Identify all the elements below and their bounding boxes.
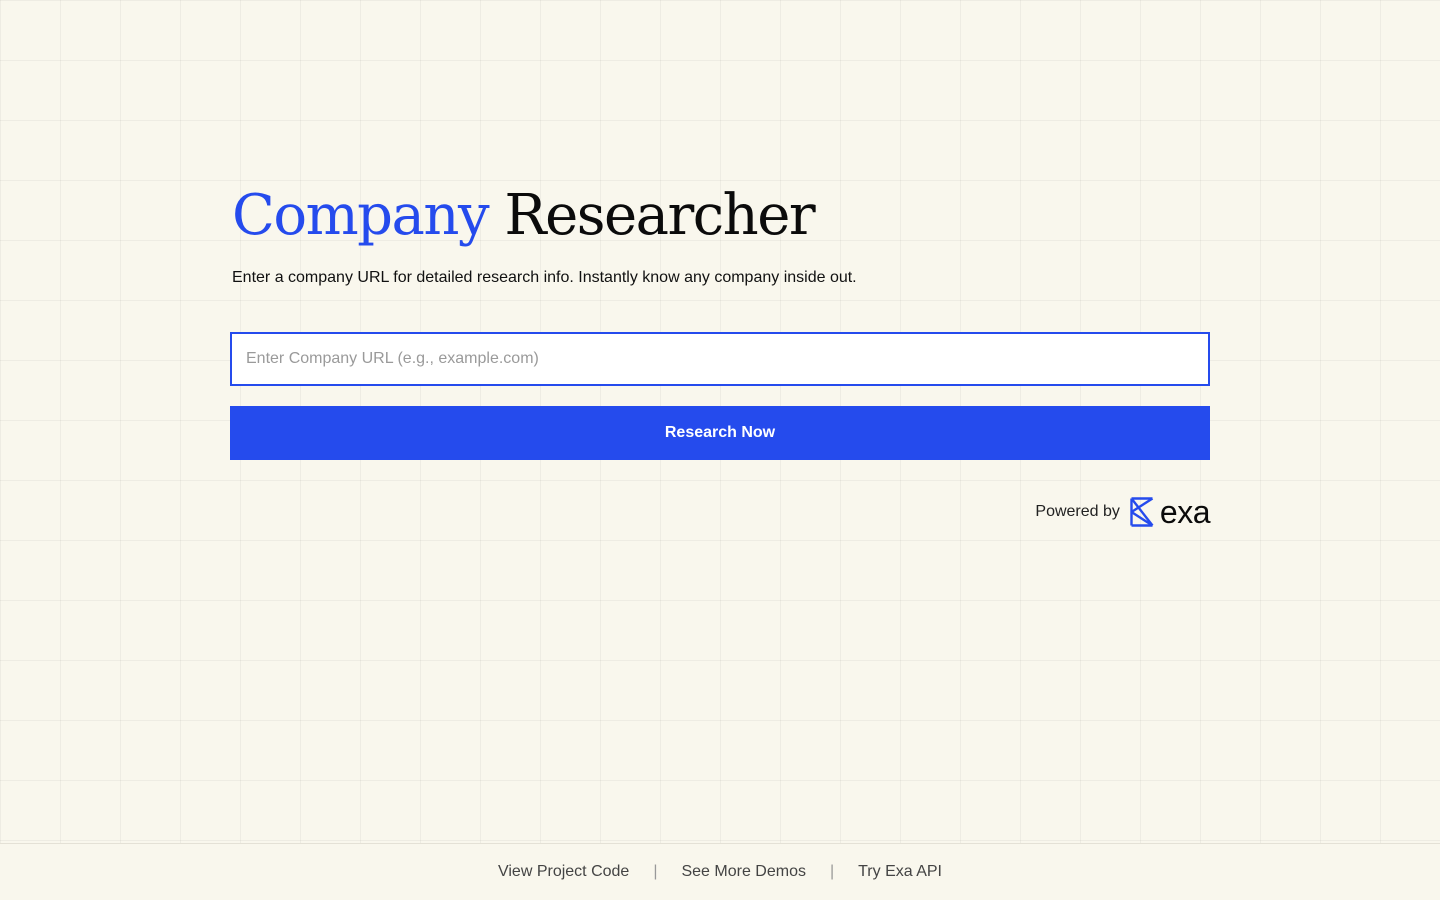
see-more-demos-link[interactable]: See More Demos xyxy=(681,863,806,881)
footer-separator: | xyxy=(829,863,835,880)
page-title: Company Researcher xyxy=(230,180,1210,252)
exa-logo-icon xyxy=(1130,497,1154,527)
page-title-accent: Company xyxy=(232,183,490,248)
exa-logo-link[interactable]: exa xyxy=(1130,494,1211,530)
footer-separator: | xyxy=(653,863,658,880)
try-exa-api-link[interactable]: Try Exa API xyxy=(858,863,942,881)
powered-by: Powered by exa xyxy=(230,496,1210,528)
main-content: Company Researcher Enter a company URL f… xyxy=(230,180,1211,528)
company-url-input[interactable] xyxy=(230,332,1210,386)
footer: View Project Code | See More Demos | Try… xyxy=(0,843,1440,900)
page-subtitle: Enter a company URL for detailed researc… xyxy=(232,269,857,286)
powered-by-label: Powered by xyxy=(1035,503,1120,520)
page-title-rest: Researcher xyxy=(504,183,815,248)
exa-logo-wordmark: exa xyxy=(1159,494,1211,530)
view-project-code-link[interactable]: View Project Code xyxy=(498,863,629,881)
research-now-button[interactable]: Research Now xyxy=(230,406,1210,460)
